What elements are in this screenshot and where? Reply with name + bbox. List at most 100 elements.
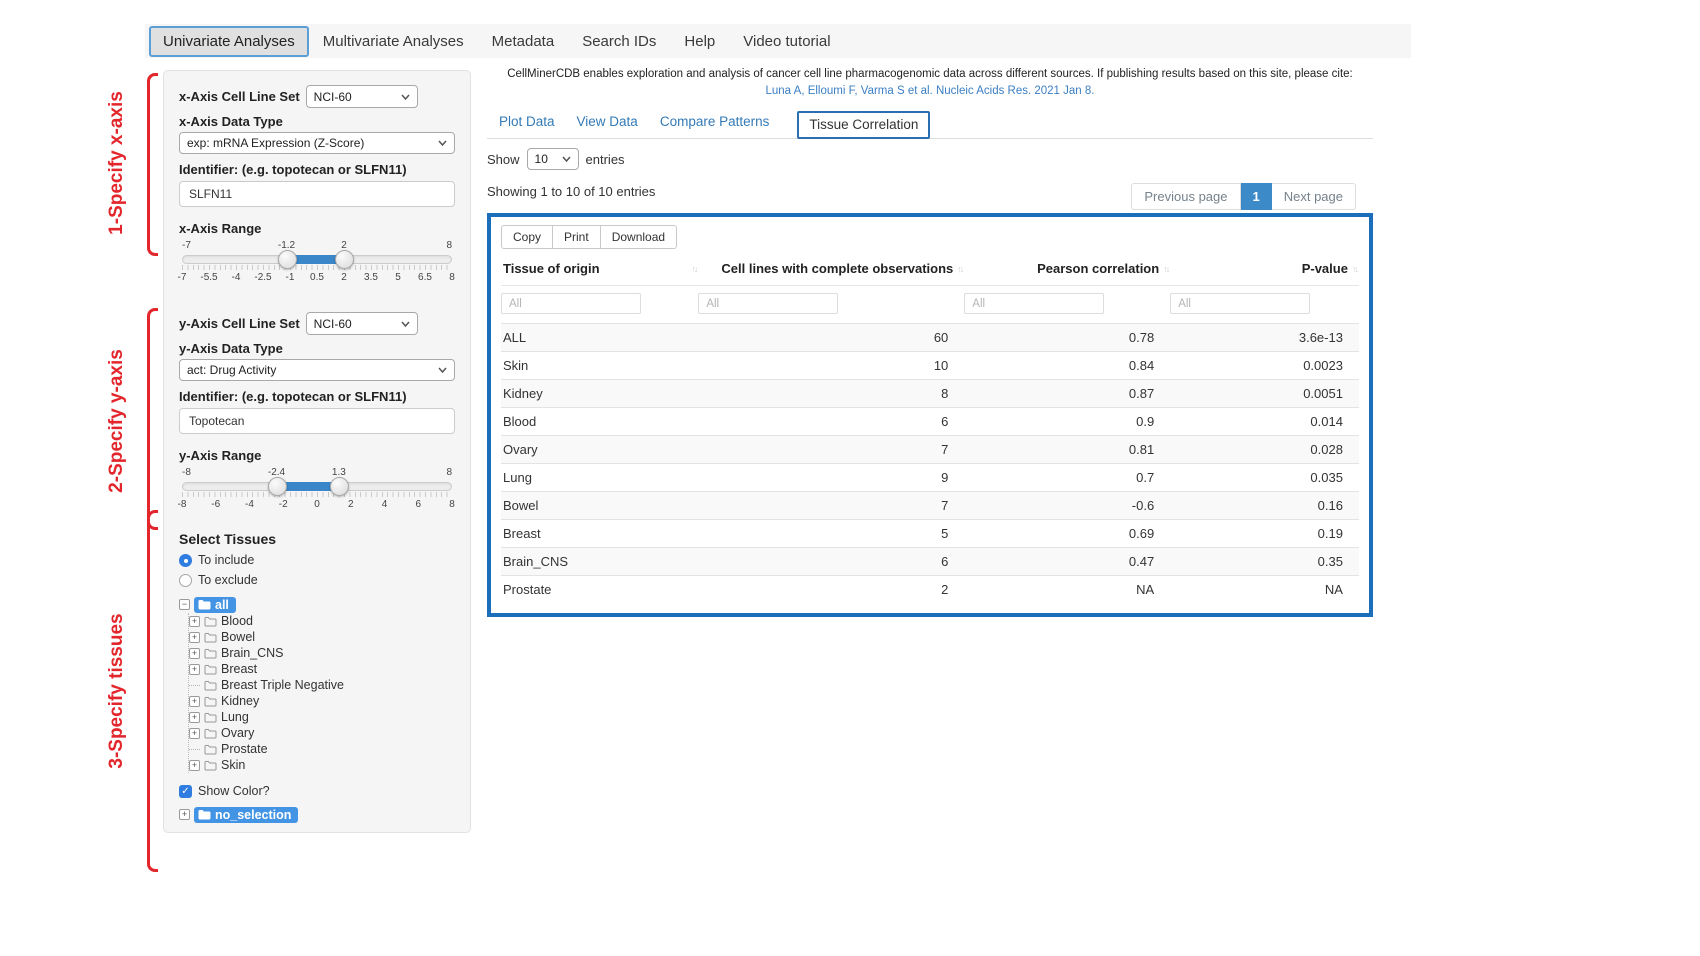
page-1-button[interactable]: 1 [1241, 183, 1272, 210]
tab-tissue-correlation[interactable]: Tissue Correlation [797, 111, 930, 139]
value-cell: 6 [698, 554, 964, 569]
nav-tab-search-ids[interactable]: Search IDs [568, 26, 670, 57]
tree-item-breast[interactable]: +Breast [189, 661, 455, 677]
expand-icon[interactable]: + [189, 616, 200, 627]
expand-icon[interactable]: + [179, 809, 190, 820]
citation-link[interactable]: Luna A, Elloumi F, Varma S et al. Nuclei… [487, 85, 1373, 97]
entries-count-select[interactable]: 10 [527, 148, 579, 170]
y-slider-min-label: -8 [182, 467, 191, 478]
no-selection-label: no_selection [215, 808, 291, 822]
value-cell: 0.84 [964, 358, 1170, 373]
tree-item-brain-cns[interactable]: +Brain_CNS [189, 645, 455, 661]
y-axis-data-type-select[interactable]: act: Drug Activity [179, 359, 455, 381]
to-include-radio[interactable]: To include [179, 553, 455, 567]
download-button[interactable]: Download [600, 225, 677, 249]
y-slider-rail[interactable] [182, 482, 452, 491]
nav-tab-help[interactable]: Help [670, 26, 729, 57]
sidebar-panel: x-Axis Cell Line Set NCI-60 x-Axis Data … [163, 70, 471, 833]
radio-unselected-icon [179, 574, 192, 587]
tree-item-label: Blood [221, 614, 253, 628]
nav-tab-video-tutorial[interactable]: Video tutorial [729, 26, 844, 57]
expand-icon[interactable]: + [189, 648, 200, 659]
filter-input-tissue-of-origin[interactable] [501, 293, 641, 314]
x-axis-range-slider[interactable]: -7 -1.2 2 8 -7-5.5-4-2.5-10.523.556.58 [182, 240, 452, 286]
column-header-pearson-correlation[interactable]: Pearson correlation↑↓ [964, 261, 1170, 276]
filter-input-p-value[interactable] [1170, 293, 1310, 314]
expand-icon[interactable]: + [189, 696, 200, 707]
tick-label: -5.5 [200, 272, 217, 283]
tick-label: 0 [314, 499, 320, 510]
y-slider-high-handle[interactable] [330, 477, 349, 496]
previous-page-button[interactable]: Previous page [1131, 183, 1240, 210]
value-cell: 7 [698, 442, 964, 457]
chevron-down-icon [438, 367, 447, 373]
sort-icon[interactable]: ↑↓ [1163, 264, 1170, 274]
tree-item-breast-triple-negative[interactable]: Breast Triple Negative [189, 677, 455, 693]
sort-icon[interactable]: ↑↓ [1352, 264, 1359, 274]
sort-icon[interactable]: ↑↓ [957, 264, 964, 274]
tree-item-kidney[interactable]: +Kidney [189, 693, 455, 709]
expand-icon[interactable]: + [189, 712, 200, 723]
show-color-checkbox[interactable]: ✓ Show Color? [179, 784, 455, 798]
y-slider-max-label: 8 [446, 467, 452, 478]
tab-view-data[interactable]: View Data [577, 114, 638, 138]
to-exclude-radio[interactable]: To exclude [179, 573, 455, 587]
x-slider-rail[interactable] [182, 255, 452, 264]
nav-tab-multivariate-analyses[interactable]: Multivariate Analyses [309, 26, 478, 57]
column-header-cell-lines-with-complete-observations[interactable]: Cell lines with complete observations↑↓ [698, 261, 964, 276]
tree-item-lung[interactable]: + Lung [189, 709, 455, 725]
x-axis-data-type-select[interactable]: exp: mRNA Expression (Z-Score) [179, 132, 455, 154]
y-slider-tick-labels: -8-6-4-202468 [182, 499, 452, 511]
y-axis-range-label: y-Axis Range [179, 448, 455, 463]
x-axis-data-type-value: exp: mRNA Expression (Z-Score) [187, 136, 364, 150]
expand-icon[interactable]: + [189, 664, 200, 675]
collapse-icon[interactable]: − [179, 599, 190, 610]
x-axis-cell-line-set-select[interactable]: NCI-60 [306, 85, 418, 108]
tree-node-no-selection[interactable]: + no_selection [179, 806, 455, 823]
tree-node-all[interactable]: − all [179, 596, 455, 613]
y-axis-range-slider[interactable]: -8 -2.4 1.3 8 -8-6-4-202468 [182, 467, 452, 513]
tree-children: + Blood+Bowel+Brain_CNS+BreastBreast Trip… [188, 613, 455, 773]
expand-icon[interactable]: + [189, 728, 200, 739]
y-axis-cell-line-set-select[interactable]: NCI-60 [306, 312, 418, 335]
tree-item-bowel[interactable]: +Bowel [189, 629, 455, 645]
y-identifier-input[interactable] [179, 408, 455, 434]
tissue-tree: − all + Blood+Bowel+Brain_CNS+BreastBreas… [179, 596, 455, 773]
show-label: Show [487, 152, 520, 167]
filter-input-cell-lines-with-complete-observations[interactable] [698, 293, 838, 314]
folder-icon [198, 809, 211, 820]
expand-icon[interactable]: + [189, 760, 200, 771]
copy-button[interactable]: Copy [501, 225, 553, 249]
sort-icon[interactable]: ↑↓ [691, 264, 698, 274]
x-identifier-input[interactable] [179, 181, 455, 207]
folder-icon [204, 632, 217, 643]
tick-label: 0.5 [310, 272, 324, 283]
value-cell: 8 [698, 386, 964, 401]
step3-bracket [147, 510, 158, 872]
nav-tab-metadata[interactable]: Metadata [478, 26, 569, 57]
tree-item-ovary[interactable]: +Ovary [189, 725, 455, 741]
tab-compare-patterns[interactable]: Compare Patterns [660, 114, 770, 138]
column-header-tissue-of-origin[interactable]: Tissue of origin↑↓ [501, 261, 698, 276]
entries-label: entries [586, 152, 625, 167]
entries-count-value: 10 [535, 152, 548, 166]
tissue-cell: Brain_CNS [501, 554, 698, 569]
filter-input-pearson-correlation[interactable] [964, 293, 1104, 314]
tree-item-prostate[interactable]: Prostate [189, 741, 455, 757]
next-page-button[interactable]: Next page [1272, 183, 1356, 210]
tick-label: 6 [415, 499, 421, 510]
y-slider-low-handle[interactable] [268, 477, 287, 496]
tree-item-skin[interactable]: +Skin [189, 757, 455, 773]
x-slider-low-handle[interactable] [278, 250, 297, 269]
expand-icon[interactable]: + [189, 632, 200, 643]
column-header-p-value[interactable]: P-value↑↓ [1170, 261, 1359, 276]
tree-item-label: Lung [221, 710, 249, 724]
print-button[interactable]: Print [552, 225, 601, 249]
y-identifier-label: Identifier: (e.g. topotecan or SLFN11) [179, 389, 455, 404]
tab-plot-data[interactable]: Plot Data [499, 114, 555, 138]
nav-tab-univariate-analyses[interactable]: Univariate Analyses [149, 26, 309, 57]
x-slider-high-handle[interactable] [335, 250, 354, 269]
value-cell: 10 [698, 358, 964, 373]
tree-item-blood[interactable]: + Blood [189, 613, 455, 629]
step2-bracket [147, 308, 158, 530]
